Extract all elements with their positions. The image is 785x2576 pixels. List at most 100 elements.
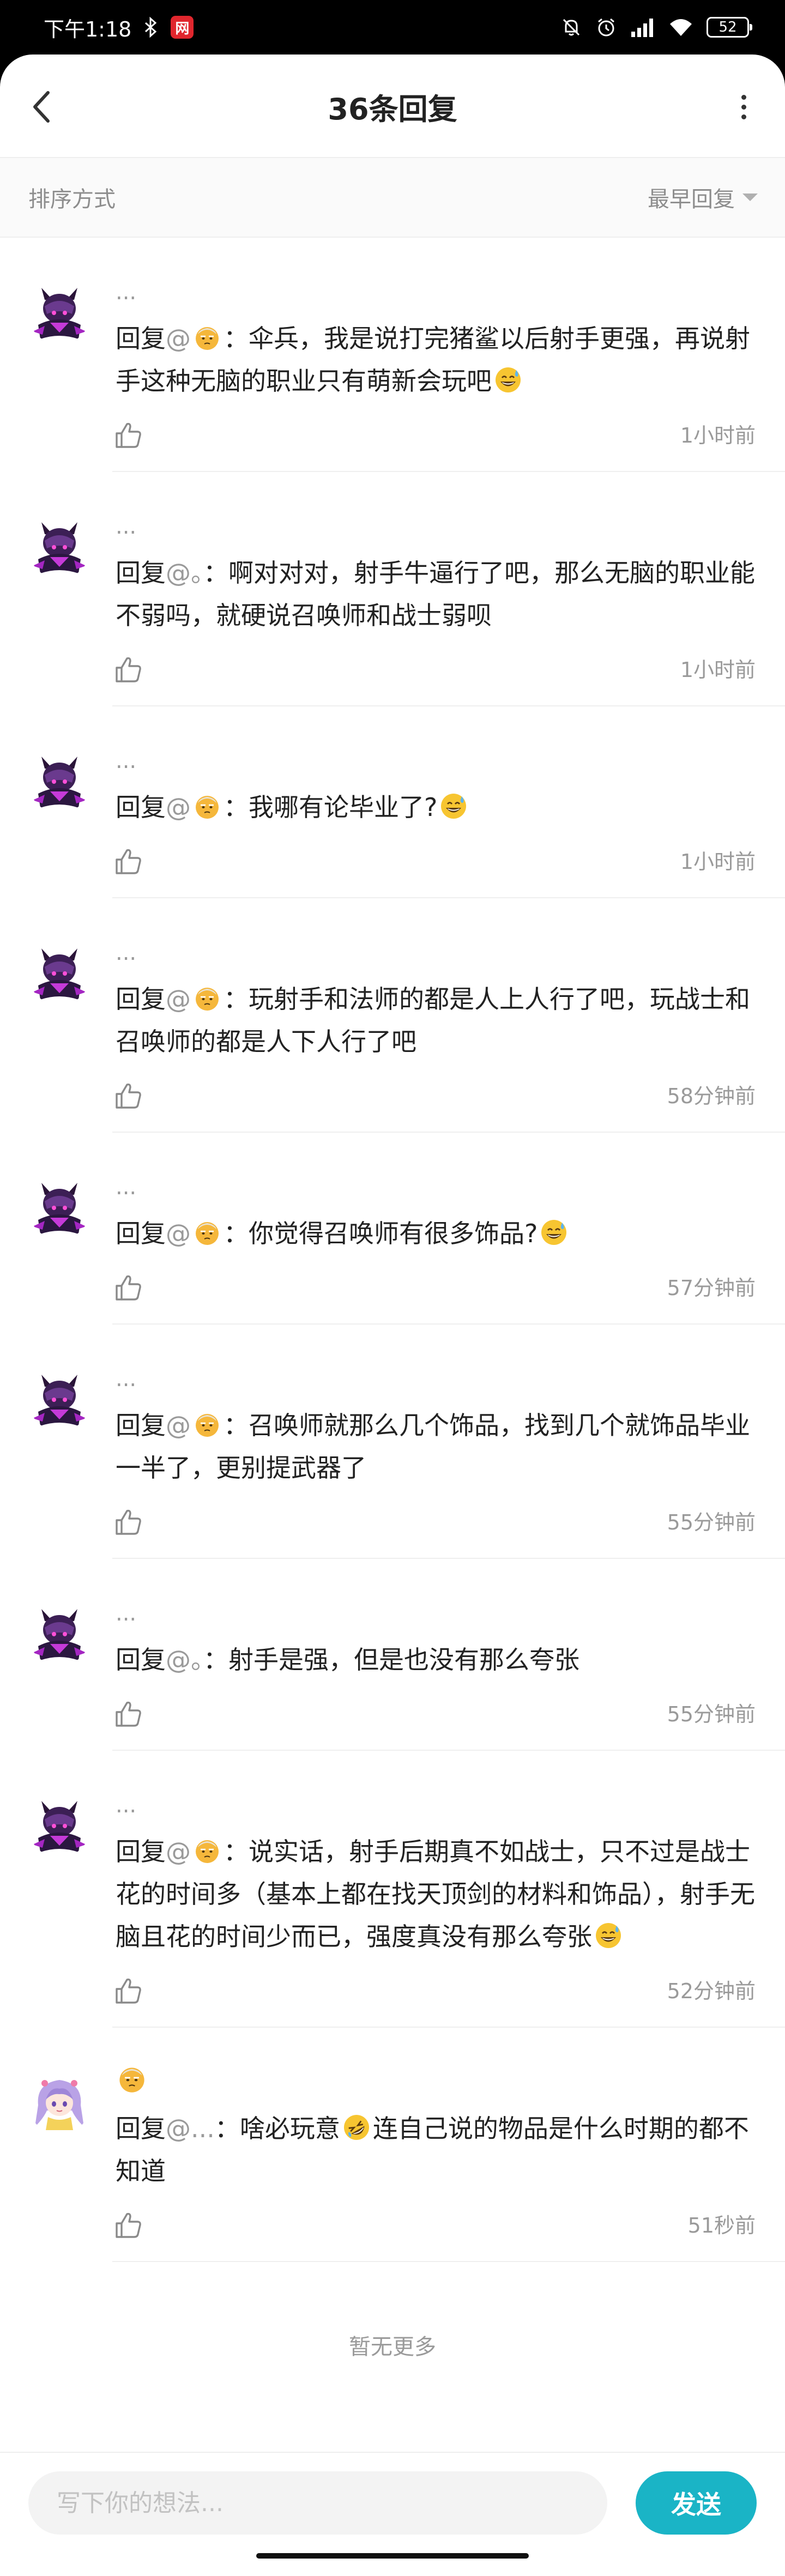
author-name[interactable]: ... bbox=[116, 940, 136, 966]
comment-body: ：我哪有论毕业了? bbox=[224, 793, 438, 822]
author-name[interactable]: ... bbox=[116, 1792, 136, 1818]
comment-body: ：你觉得召唤师有很多饰品? bbox=[224, 1219, 538, 1248]
comment-time: 1小时前 bbox=[680, 658, 756, 682]
sort-dropdown[interactable]: 最早回复 bbox=[648, 182, 758, 213]
mention-link[interactable]: @ bbox=[166, 984, 191, 1014]
battery-level: 52 bbox=[718, 19, 737, 35]
comment-text: 回复@。：射手是强，但是也没有那么夸张 bbox=[116, 1638, 764, 1681]
comment-text: 回复@ ：伞兵，我是说打完猪鲨以后射手更强，再说射手这种无脑的职业只有萌新会玩吧 bbox=[116, 317, 764, 402]
comment-list: ... 回复@ ：伞兵，我是说打完猪鲨以后射手更强，再说射手这种无脑的职业只有萌新… bbox=[0, 238, 785, 2262]
thumb-up-icon[interactable] bbox=[112, 1272, 144, 1304]
rolling-laugh-emoji-icon bbox=[342, 2113, 371, 2142]
status-bar: 下午1:18 网 52 bbox=[0, 0, 785, 55]
title-bar: 36条回复 bbox=[0, 55, 785, 158]
comment-text: 回复@ ：玩射手和法师的都是人上人行了吧，玩战士和召唤师的都是人下人行了吧 bbox=[116, 978, 764, 1063]
thumb-up-icon[interactable] bbox=[112, 1507, 144, 1538]
sort-bar: 排序方式 最早回复 bbox=[0, 158, 785, 238]
comment-time: 1小时前 bbox=[680, 424, 756, 448]
comment-text: 回复@...：啥必玩意 连自己说的物品是什么时期的都不知道 bbox=[116, 2107, 764, 2192]
avatar[interactable] bbox=[28, 1795, 90, 1858]
reply-input[interactable] bbox=[28, 2471, 607, 2535]
avatar[interactable] bbox=[28, 2072, 90, 2134]
sweat-smile-emoji-icon bbox=[494, 366, 522, 394]
thumb-up-icon[interactable] bbox=[112, 654, 144, 686]
comment-item: ... 回复@。：啊对对对，射手牛逼行了吧，那么无脑的职业能不弱吗，就硬说召唤师… bbox=[0, 472, 785, 706]
comment-text: 回复@ ：你觉得召唤师有很多饰品? bbox=[116, 1212, 764, 1255]
avatar[interactable] bbox=[28, 282, 90, 344]
reply-prefix: 回复 bbox=[116, 324, 166, 353]
author-name[interactable]: ... bbox=[116, 1600, 136, 1626]
sort-label: 排序方式 bbox=[28, 187, 116, 212]
comment-body: ：啊对对对，射手牛逼行了吧，那么无脑的职业能不弱吗，就硬说召唤师和战士弱呗 bbox=[116, 558, 755, 630]
author-name[interactable]: ... bbox=[116, 513, 136, 540]
caret-down-icon bbox=[742, 193, 758, 201]
avatar[interactable] bbox=[28, 1604, 90, 1666]
mention-link[interactable]: @... bbox=[166, 2114, 215, 2143]
reply-prefix: 回复 bbox=[116, 984, 166, 1014]
author-name[interactable]: ... bbox=[116, 279, 136, 305]
comment-item: ... 回复@ ：伞兵，我是说打完猪鲨以后射手更强，再说射手这种无脑的职业只有萌新… bbox=[0, 238, 785, 472]
avatar[interactable] bbox=[28, 1177, 90, 1239]
thumb-up-icon[interactable] bbox=[112, 2210, 144, 2241]
mention-link[interactable]: @。 bbox=[166, 558, 203, 588]
comment-item: ... 回复@ ：你觉得召唤师有很多饰品? 57分钟前 bbox=[0, 1133, 785, 1325]
comment-item: 回复@...：啥必玩意 连自己说的物品是什么时期的都不知道 51秒前 bbox=[0, 2028, 785, 2262]
author-name[interactable]: ... bbox=[116, 1174, 136, 1200]
reply-prefix: 回复 bbox=[116, 558, 166, 588]
comment-item: ... 回复@ ：我哪有论毕业了? 1小时前 bbox=[0, 706, 785, 898]
send-button[interactable]: 发送 bbox=[636, 2471, 757, 2535]
reply-prefix: 回复 bbox=[116, 1219, 166, 1248]
status-time: 下午1:18 bbox=[44, 17, 132, 41]
mention-link[interactable]: @ bbox=[166, 793, 191, 822]
thumb-up-icon[interactable] bbox=[112, 1975, 144, 2007]
more-options-button[interactable] bbox=[724, 80, 763, 134]
avatar[interactable] bbox=[28, 1369, 90, 1431]
old-man-emoji-icon bbox=[193, 1410, 221, 1438]
vertical-dots-icon bbox=[741, 94, 746, 100]
sweat-smile-emoji-icon bbox=[439, 792, 468, 820]
mention-link[interactable]: @ bbox=[166, 1219, 191, 1248]
mention-link[interactable]: @ bbox=[166, 1837, 191, 1866]
signal-icon bbox=[631, 19, 653, 37]
thumb-up-icon[interactable] bbox=[112, 846, 144, 878]
old-man-emoji-icon bbox=[117, 2064, 147, 2094]
comment-time: 58分钟前 bbox=[667, 1084, 756, 1108]
comment-time: 55分钟前 bbox=[667, 1702, 756, 1726]
author-name[interactable]: ... bbox=[116, 748, 136, 774]
author-name[interactable]: ... bbox=[116, 1366, 136, 1392]
comment-text: 回复@ ：说实话，射手后期真不如战士，只不过是战士花的时间多（基本上都在找天顶剑的… bbox=[116, 1830, 764, 1958]
comment-item: ... 回复@ ：说实话，射手后期真不如战士，只不过是战士花的时间多（基本上都在找… bbox=[0, 1751, 785, 2028]
comment-body: ：射手是强，但是也没有那么夸张 bbox=[203, 1645, 579, 1674]
old-man-emoji-icon bbox=[193, 984, 221, 1012]
status-right: 52 bbox=[560, 16, 752, 38]
reply-prefix: 回复 bbox=[116, 1837, 166, 1866]
reply-sheet: 36条回复 排序方式 最早回复 ... 回复@ ：伞兵，我是说打完猪鲨以后射手更强… bbox=[0, 55, 785, 2576]
thumb-up-icon[interactable] bbox=[112, 1080, 144, 1112]
avatar[interactable] bbox=[28, 517, 90, 579]
no-more-text: 暂无更多 bbox=[349, 2335, 436, 2360]
mute-bell-icon bbox=[563, 19, 580, 36]
comment-body-start: ：啥必玩意 bbox=[214, 2114, 340, 2143]
sweat-smile-emoji-icon bbox=[594, 1921, 623, 1950]
reply-prefix: 回复 bbox=[116, 1645, 166, 1674]
mention-link[interactable]: @ bbox=[166, 324, 191, 353]
old-man-emoji-icon bbox=[193, 1218, 221, 1247]
thumb-up-icon[interactable] bbox=[112, 420, 144, 451]
avatar[interactable] bbox=[28, 751, 90, 813]
status-left: 下午1:18 网 bbox=[44, 13, 194, 43]
comment-time: 52分钟前 bbox=[667, 1979, 756, 2003]
mention-link[interactable]: @ bbox=[166, 1411, 191, 1440]
avatar[interactable] bbox=[28, 943, 90, 1005]
sweat-smile-emoji-icon bbox=[540, 1218, 568, 1247]
comment-time: 55分钟前 bbox=[667, 1510, 756, 1534]
old-man-emoji-icon bbox=[193, 792, 221, 820]
comment-time: 57分钟前 bbox=[667, 1276, 756, 1300]
alarm-icon bbox=[598, 18, 614, 37]
home-indicator[interactable] bbox=[256, 2553, 529, 2559]
mention-link[interactable]: @。 bbox=[166, 1645, 203, 1674]
thumb-up-icon[interactable] bbox=[112, 1698, 144, 1730]
divider bbox=[112, 2261, 785, 2262]
battery-icon: 52 bbox=[706, 17, 752, 38]
comment-item: ... 回复@ ：玩射手和法师的都是人上人行了吧，玩战士和召唤师的都是人下人行了吧… bbox=[0, 898, 785, 1133]
old-man-emoji-icon bbox=[193, 1836, 221, 1865]
